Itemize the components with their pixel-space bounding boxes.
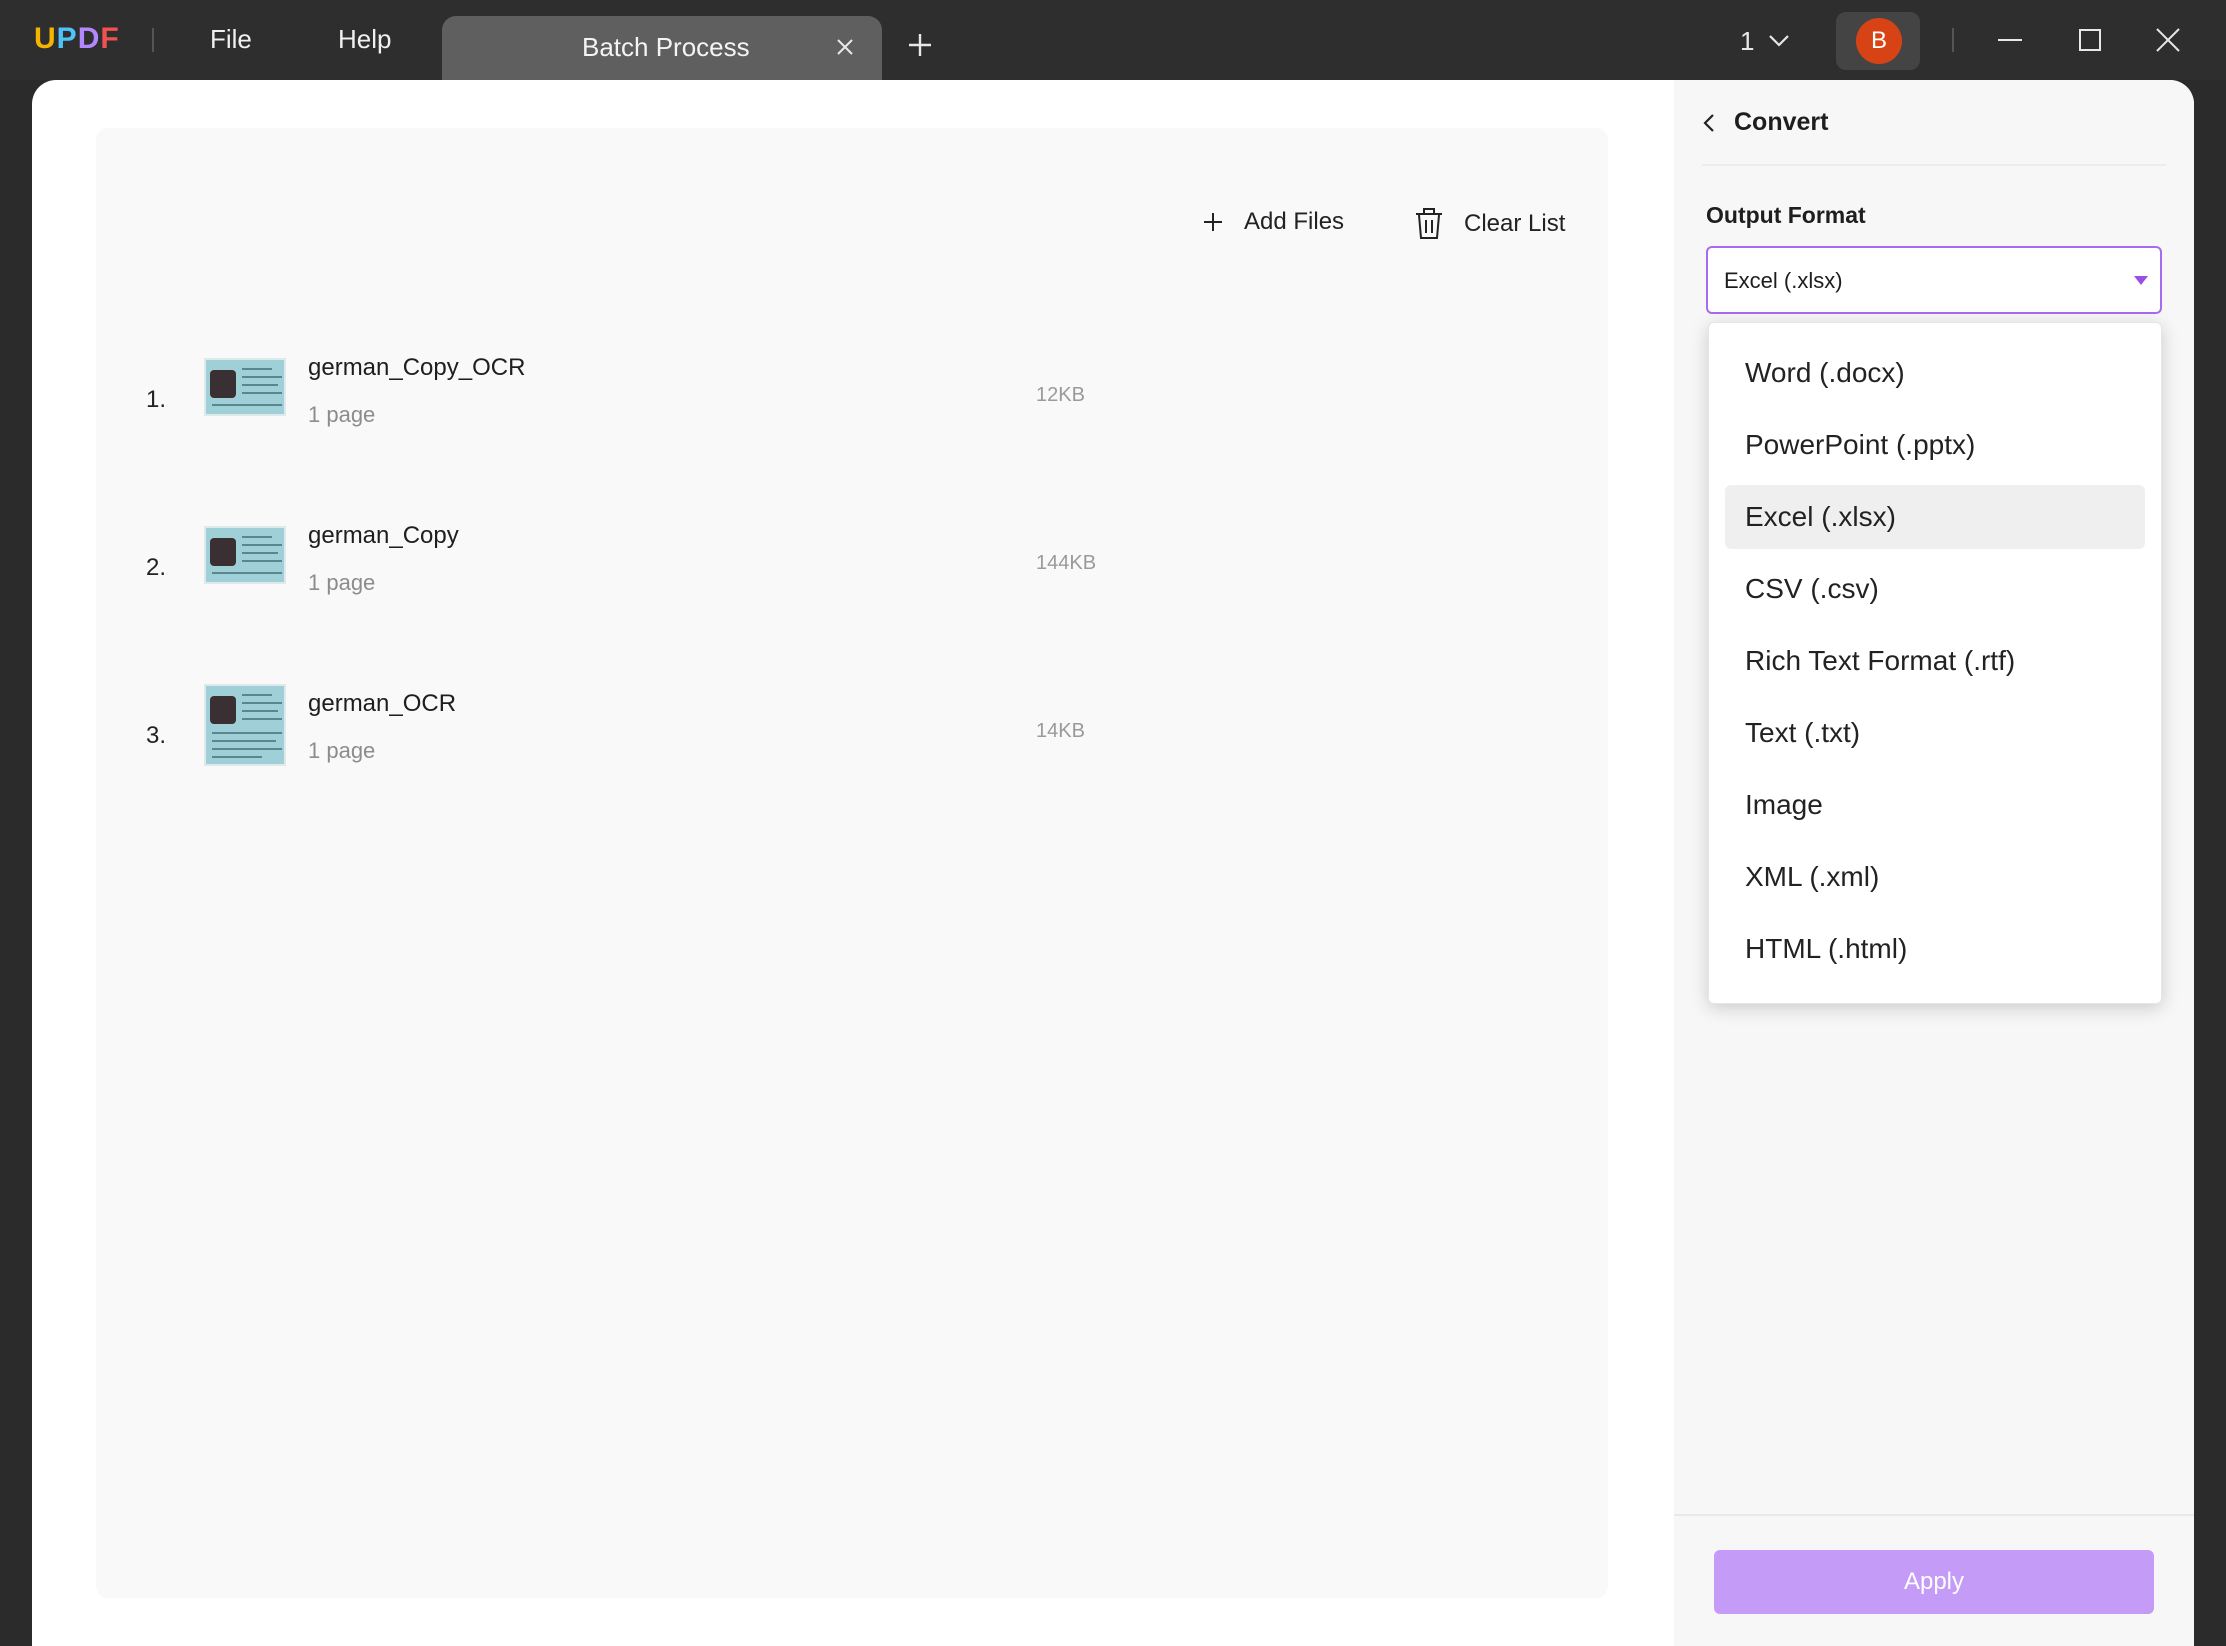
selected-format: Excel (.xlsx) <box>1724 268 1843 293</box>
minimize-icon[interactable] <box>1992 22 2028 58</box>
add-files-button[interactable]: Add Files <box>1202 208 1344 236</box>
avatar: B <box>1856 18 1902 64</box>
format-dropdown-menu: Word (.docx) PowerPoint (.pptx) Excel (.… <box>1708 322 2162 1004</box>
window-edge <box>0 80 32 1646</box>
file-row[interactable]: 2. german_Copy 1 page 144KB <box>96 522 1608 622</box>
divider <box>1674 1514 2194 1516</box>
chevron-left-icon <box>1703 113 1714 132</box>
file-thumbnail <box>204 358 286 416</box>
format-option-rtf[interactable]: Rich Text Format (.rtf) <box>1725 629 2145 693</box>
divider <box>1952 28 1954 52</box>
title-bar: UPDF File Help Batch Process 1 B <box>0 0 2226 80</box>
clear-list-button[interactable]: Clear List <box>1414 208 1565 240</box>
file-page-count: 1 page <box>308 402 376 427</box>
format-option-image[interactable]: Image <box>1725 773 2145 837</box>
file-name: german_Copy <box>308 522 459 549</box>
format-option-excel[interactable]: Excel (.xlsx) <box>1725 485 2145 549</box>
file-row[interactable]: 3. german_OCR 1 page 14KB <box>96 684 1608 790</box>
file-index: 2. <box>146 554 167 581</box>
close-icon[interactable] <box>832 34 858 60</box>
file-size: 144KB <box>1036 552 1097 574</box>
format-option-txt[interactable]: Text (.txt) <box>1725 701 2145 765</box>
apply-button[interactable]: Apply <box>1714 1550 2154 1614</box>
output-format-label: Output Format <box>1706 202 1866 228</box>
back-button[interactable]: Convert <box>1702 108 1828 137</box>
output-format-select[interactable]: Excel (.xlsx) <box>1706 246 2162 314</box>
account-button[interactable]: B <box>1836 12 1920 70</box>
caret-down-icon <box>2134 276 2148 285</box>
format-option-powerpoint[interactable]: PowerPoint (.pptx) <box>1725 413 2145 477</box>
file-index: 3. <box>146 722 167 749</box>
plus-icon <box>1204 213 1222 231</box>
tab-label: Batch Process <box>582 32 750 62</box>
format-option-xml[interactable]: XML (.xml) <box>1725 845 2145 909</box>
file-index: 1. <box>146 386 167 413</box>
plus-icon[interactable] <box>905 30 935 60</box>
panel-title: Convert <box>1734 108 1829 136</box>
file-thumbnail <box>204 526 286 584</box>
file-thumbnail <box>204 684 286 766</box>
maximize-icon[interactable] <box>2072 22 2108 58</box>
file-size: 12KB <box>1036 384 1085 406</box>
divider <box>1702 164 2166 166</box>
file-page-count: 1 page <box>308 738 376 763</box>
file-name: german_OCR <box>308 690 457 717</box>
file-page-count: 1 page <box>308 570 376 595</box>
add-files-label: Add Files <box>1244 208 1345 235</box>
chevron-down-icon[interactable] <box>1766 30 1792 52</box>
file-name: german_Copy_OCR <box>308 354 526 381</box>
updf-logo[interactable]: UPDF <box>34 22 120 56</box>
divider <box>152 28 154 52</box>
format-option-word[interactable]: Word (.docx) <box>1725 341 2145 405</box>
file-row[interactable]: 1. german_Copy_OCR 1 page 12KB <box>96 354 1608 454</box>
file-size: 14KB <box>1036 720 1085 742</box>
menu-help[interactable]: Help <box>338 24 391 55</box>
page-indicator[interactable]: 1 <box>1740 26 1754 57</box>
tab-batch-process[interactable]: Batch Process <box>442 16 882 80</box>
clear-list-label: Clear List <box>1464 210 1566 237</box>
file-list-panel: Add Files Clear List 1. german_Copy_OCR … <box>96 128 1608 1598</box>
format-option-html[interactable]: HTML (.html) <box>1725 917 2145 981</box>
menu-file[interactable]: File <box>210 24 252 55</box>
close-window-icon[interactable] <box>2150 22 2186 58</box>
trash-icon <box>1416 208 1442 239</box>
format-option-csv[interactable]: CSV (.csv) <box>1725 557 2145 621</box>
